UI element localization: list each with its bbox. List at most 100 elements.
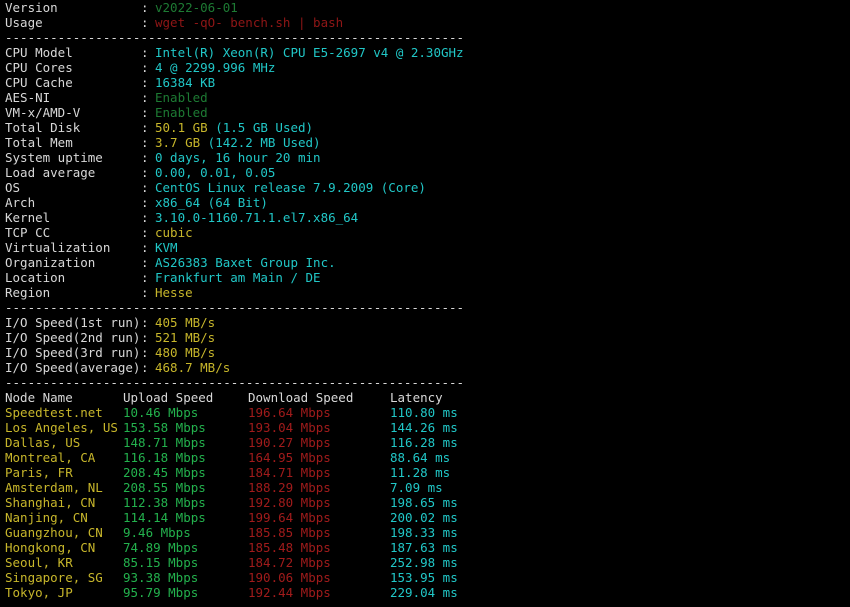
terminal-window[interactable]: v2022-06-01 Version: v2022-06-01 Usage: wg… bbox=[0, 0, 850, 607]
cell-upload-speed: 9.46 Mbps bbox=[123, 525, 191, 540]
cell-latency: 200.02 ms bbox=[390, 510, 458, 525]
cell-download-speed: 199.64 Mbps bbox=[248, 510, 331, 525]
colon: : bbox=[141, 60, 149, 75]
colon: : bbox=[141, 195, 149, 210]
cell-upload-speed: 208.55 Mbps bbox=[123, 480, 206, 495]
colon: : bbox=[141, 135, 149, 150]
cell-node-name: Shanghai, CN bbox=[5, 495, 96, 510]
row-os-label: OS bbox=[5, 180, 21, 195]
cell-upload-speed: 10.46 Mbps bbox=[123, 405, 199, 420]
cell-upload-speed: 85.15 Mbps bbox=[123, 555, 199, 570]
row-aes-ni: AES-NI: Enabled bbox=[5, 90, 845, 105]
row-total-disk: Total Disk:50.1 GB (1.5 GB Used) bbox=[5, 120, 845, 135]
cell-latency: 229.04 ms bbox=[390, 585, 458, 600]
row-vmx-amdv-value: Enabled bbox=[155, 105, 208, 120]
row-vmx-amdv: VM-x/AMD-V: Enabled bbox=[5, 105, 845, 120]
row-io-1st-value: 405 MB/s bbox=[155, 315, 216, 330]
colon: : bbox=[141, 165, 149, 180]
colon: : bbox=[141, 315, 149, 330]
row-region-value: Hesse bbox=[155, 285, 193, 300]
colon: : bbox=[141, 105, 149, 120]
colon: : bbox=[141, 0, 149, 15]
table-row: Speedtest.net 10.46 Mbps 196.64 Mbps 110.80… bbox=[5, 405, 845, 420]
row-load-average: Load average:0.00, 0.01, 0.05 bbox=[5, 165, 845, 180]
cell-latency: 153.95 ms bbox=[390, 570, 458, 585]
column-header-node-name: Node Name bbox=[5, 390, 73, 405]
row-cpu-cores: CPU Cores:4 @ 2299.996 MHz bbox=[5, 60, 845, 75]
cell-upload-speed: 112.38 Mbps bbox=[123, 495, 206, 510]
colon: : bbox=[141, 90, 149, 105]
cell-upload-speed: 153.58 Mbps bbox=[123, 420, 206, 435]
colon: : bbox=[141, 225, 149, 240]
row-io-average-value: 468.7 MB/s bbox=[155, 360, 231, 375]
cell-node-name: Singapore, SG bbox=[5, 570, 103, 585]
cell-node-name: Nanjing, CN bbox=[5, 510, 88, 525]
cell-latency: 110.80 ms bbox=[390, 405, 458, 420]
row-total-mem-value: 3.7 GB bbox=[155, 135, 201, 150]
row-cpu-model-label: CPU Model bbox=[5, 45, 73, 60]
row-io-2nd-value: 521 MB/s bbox=[155, 330, 216, 345]
row-total-disk-label: Total Disk bbox=[5, 120, 81, 135]
row-location-label: Location bbox=[5, 270, 66, 285]
colon: : bbox=[141, 255, 149, 270]
colon: : bbox=[141, 210, 149, 225]
cell-upload-speed: 93.38 Mbps bbox=[123, 570, 199, 585]
cell-download-speed: 185.85 Mbps bbox=[248, 525, 331, 540]
cell-upload-speed: 148.71 Mbps bbox=[123, 435, 206, 450]
separator-2: ----------------------------------------… bbox=[5, 300, 465, 315]
row-kernel-value: 3.10.0-1160.71.1.el7.x86_64 bbox=[155, 210, 359, 225]
table-row: Tokyo, JP 95.79 Mbps 192.44 Mbps 229.04 ms bbox=[5, 585, 845, 600]
row-cpu-model-value: Intel(R) Xeon(R) CPU E5-2697 v4 @ 2.30GH… bbox=[155, 45, 464, 60]
column-header-latency: Latency bbox=[390, 390, 443, 405]
cell-latency: 187.63 ms bbox=[390, 540, 458, 555]
cell-upload-speed: 74.89 Mbps bbox=[123, 540, 199, 555]
cell-download-speed: 193.04 Mbps bbox=[248, 420, 331, 435]
colon: : bbox=[141, 180, 149, 195]
cell-download-speed: 190.06 Mbps bbox=[248, 570, 331, 585]
separator-1: ----------------------------------------… bbox=[5, 30, 465, 45]
colon: : bbox=[141, 150, 149, 165]
row-io-2nd-label: I/O Speed(2nd run) bbox=[5, 330, 141, 345]
colon: : bbox=[141, 75, 149, 90]
row-region-label: Region bbox=[5, 285, 51, 300]
row-system-uptime: System uptime:0 days, 16 hour 20 min bbox=[5, 150, 845, 165]
table-row: Paris, FR 208.45 Mbps 184.71 Mbps 11.28 ms bbox=[5, 465, 845, 480]
cell-latency: 116.28 ms bbox=[390, 435, 458, 450]
cell-download-speed: 184.71 Mbps bbox=[248, 465, 331, 480]
row-io-3rd-value: 480 MB/s bbox=[155, 345, 216, 360]
colon: : bbox=[141, 270, 149, 285]
colon: : bbox=[141, 240, 149, 255]
cell-latency: 144.26 ms bbox=[390, 420, 458, 435]
row-arch-label: Arch bbox=[5, 195, 36, 210]
row-os-value: CentOS Linux release 7.9.2009 (Core) bbox=[155, 180, 426, 195]
colon: : bbox=[141, 45, 149, 60]
cell-download-speed: 188.29 Mbps bbox=[248, 480, 331, 495]
cell-upload-speed: 208.45 Mbps bbox=[123, 465, 206, 480]
table-row: Guangzhou, CN 9.46 Mbps 185.85 Mbps 198.33 … bbox=[5, 525, 845, 540]
row-arch: Arch: x86_64 (64 Bit) bbox=[5, 195, 845, 210]
table-row: Hongkong, CN 74.89 Mbps 185.48 Mbps 187.63 … bbox=[5, 540, 845, 555]
colon: : bbox=[141, 120, 149, 135]
row-cpu-cores-value: 4 @ 2299.996 MHz bbox=[155, 60, 276, 75]
cell-download-speed: 190.27 Mbps bbox=[248, 435, 331, 450]
row-load-average-value: 0.00, 0.01, 0.05 bbox=[155, 165, 276, 180]
row-version-label: Version bbox=[5, 0, 58, 15]
row-cpu-cache-label: CPU Cache bbox=[5, 75, 73, 90]
cell-latency: 252.98 ms bbox=[390, 555, 458, 570]
colon: : bbox=[141, 285, 149, 300]
row-usage-label: Usage bbox=[5, 15, 43, 30]
cell-latency: 11.28 ms bbox=[390, 465, 451, 480]
row-aes-ni-label: AES-NI bbox=[5, 90, 51, 105]
row-tcp-cc-value: cubic bbox=[155, 225, 193, 240]
row-arch-value: x86_64 (64 Bit) bbox=[155, 195, 268, 210]
row-cpu-cache-value: 16384 KB bbox=[155, 75, 216, 90]
cell-upload-speed: 114.14 Mbps bbox=[123, 510, 206, 525]
cell-latency: 7.09 ms bbox=[390, 480, 443, 495]
row-io-3rd-label: I/O Speed(3rd run) bbox=[5, 345, 141, 360]
row-total-mem-used: (142.2 MB Used) bbox=[200, 135, 321, 150]
row-virtualization-label: Virtualization bbox=[5, 240, 111, 255]
row-os: OS: CentOS Linux release 7.9.2009 (Core) bbox=[5, 180, 845, 195]
row-version: Version: v2022-06-01 bbox=[5, 0, 845, 15]
terminal-scrollback: v2022-06-01 Version: v2022-06-01 Usage: wg… bbox=[5, 0, 845, 600]
row-organization: Organization: AS26383 Baxet Group Inc. bbox=[5, 255, 845, 270]
